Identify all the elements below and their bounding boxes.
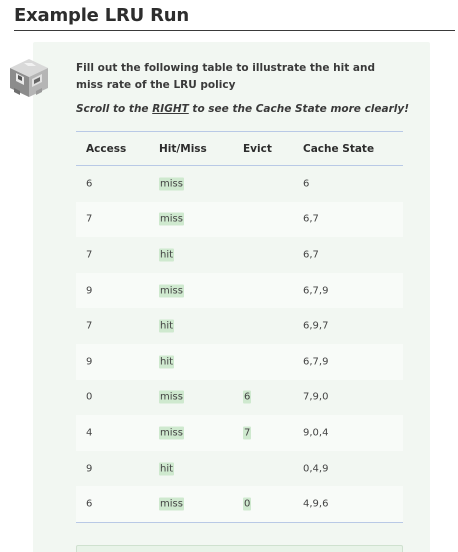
- scroll-hint-prefix: Scroll to the: [76, 103, 153, 115]
- cell-cache-state-value: 6,7,9: [303, 356, 329, 368]
- cell-cache-state: 4,9,6: [303, 499, 328, 510]
- cell-evict: 0: [243, 497, 252, 511]
- table-header-row: Access Hit/Miss Evict Cache State: [76, 132, 403, 165]
- cell-cache-state-value: 6,7,9: [303, 285, 329, 297]
- cell-access-value: 6: [86, 178, 93, 190]
- cell-access-value: 9: [86, 285, 93, 297]
- header-cache-state: Cache State: [303, 142, 375, 155]
- cell-access-value: 7: [86, 249, 93, 261]
- cell-cache-state: 6: [303, 178, 309, 189]
- cell-access: 9: [86, 463, 92, 474]
- table-body: 6 miss 6 7 miss 6,7 7 hit 6,7 9 miss 6,7,9 7 hit 6,9,7…: [76, 166, 403, 522]
- cell-hit-miss: miss: [159, 426, 184, 440]
- cell-hit-miss-value: hit: [159, 462, 175, 476]
- cell-access: 9: [86, 285, 92, 296]
- lru-table[interactable]: Access Hit/Miss Evict Cache State 6 miss 6…: [76, 131, 403, 523]
- table-bottom-rule: [76, 521, 403, 523]
- cell-hit-miss: hit: [159, 462, 175, 476]
- cell-access: 6: [86, 499, 92, 510]
- cell-access: 4: [86, 427, 92, 438]
- table-row: 9 miss 6,7,9: [76, 272, 403, 309]
- cell-access: 9: [86, 356, 92, 367]
- table-row: 7 hit 6,7: [76, 237, 403, 273]
- cell-hit-miss: miss: [159, 390, 184, 404]
- cell-access-value: 7: [86, 320, 93, 332]
- cell-cache-state-value: 6: [303, 178, 310, 190]
- cell-access-value: 0: [86, 391, 93, 403]
- scroll-hint-suffix: to see the Cache State more clearly!: [188, 103, 410, 115]
- cell-hit-miss: miss: [159, 284, 184, 298]
- table-row: 6 miss 0 4,9,6: [76, 486, 403, 522]
- exercise-instructions: Fill out the following table to illustra…: [76, 62, 375, 91]
- cell-evict-value: 6: [243, 390, 252, 404]
- cell-hit-miss-value: miss: [159, 426, 184, 440]
- cell-hit-miss-value: hit: [159, 355, 175, 369]
- cell-access: 7: [86, 249, 92, 260]
- header-evict: Evict: [243, 142, 272, 155]
- cell-hit-miss-value: miss: [159, 284, 184, 298]
- cell-hit-miss-value: hit: [159, 248, 175, 262]
- cell-hit-miss-value: miss: [159, 497, 184, 511]
- cell-cache-state: 6,9,7: [303, 321, 328, 332]
- cell-cache-state: 6,7: [303, 214, 319, 225]
- cell-hit-miss-value: miss: [159, 177, 184, 191]
- cell-cache-state-value: 0,4,9: [303, 463, 329, 475]
- page-title: Example LRU Run: [14, 5, 190, 26]
- header-hit-miss: Hit/Miss: [159, 142, 207, 155]
- cell-cache-state: 6,7,9: [303, 285, 328, 296]
- cell-cache-state-value: 7,9,0: [303, 391, 329, 403]
- cell-hit-miss-value: miss: [159, 390, 184, 404]
- scroll-hint: Scroll to the RIGHT to see the Cache Sta…: [76, 103, 409, 115]
- cell-cache-state: 9,0,4: [303, 427, 328, 438]
- table-row: 9 hit 6,7,9: [76, 343, 403, 380]
- cell-cache-state-value: 6,9,7: [303, 320, 329, 332]
- cell-cache-state-value: 4,9,6: [303, 498, 329, 510]
- scroll-hint-emphasis: RIGHT: [152, 103, 189, 115]
- cell-hit-miss: miss: [159, 497, 184, 511]
- cell-access: 6: [86, 178, 92, 189]
- table-row: 6 miss 6: [76, 166, 403, 202]
- cell-access-value: 4: [86, 427, 93, 439]
- cell-cache-state: 0,4,9: [303, 463, 328, 474]
- cell-cache-state-value: 9,0,4: [303, 427, 329, 439]
- table-row: 7 hit 6,9,7: [76, 308, 403, 344]
- cell-hit-miss: miss: [159, 177, 184, 191]
- cell-evict: 7: [243, 426, 252, 440]
- title-divider: [14, 30, 455, 31]
- cell-access-value: 7: [86, 213, 93, 225]
- table-row: 4 miss 7 9,0,4: [76, 415, 403, 451]
- cell-access-value: 9: [86, 356, 93, 368]
- answer-box[interactable]: [76, 545, 403, 552]
- cell-access-value: 9: [86, 463, 93, 475]
- cell-evict-value: 7: [243, 426, 252, 440]
- table-row: 0 miss 6 7,9,0: [76, 379, 403, 416]
- cell-cache-state-value: 6,7: [303, 213, 319, 225]
- cell-hit-miss: miss: [159, 212, 184, 226]
- cell-evict: 6: [243, 390, 252, 404]
- cell-hit-miss: hit: [159, 319, 175, 333]
- cell-access: 7: [86, 321, 92, 332]
- robot-mascot-icon: [6, 55, 52, 101]
- table-row: 7 miss 6,7: [76, 201, 403, 238]
- cell-cache-state-value: 6,7: [303, 249, 319, 261]
- cell-hit-miss: hit: [159, 355, 175, 369]
- cell-cache-state: 7,9,0: [303, 392, 328, 403]
- cell-hit-miss-value: hit: [159, 319, 175, 333]
- table-row: 9 hit 0,4,9: [76, 450, 403, 487]
- cell-cache-state: 6,7,9: [303, 356, 328, 367]
- cell-access: 0: [86, 392, 92, 403]
- cell-hit-miss-value: miss: [159, 212, 184, 226]
- cell-evict-value: 0: [243, 497, 252, 511]
- cell-hit-miss: hit: [159, 248, 175, 262]
- cell-cache-state: 6,7: [303, 249, 319, 260]
- header-access: Access: [86, 142, 127, 155]
- cell-access: 7: [86, 214, 92, 225]
- cell-access-value: 6: [86, 498, 93, 510]
